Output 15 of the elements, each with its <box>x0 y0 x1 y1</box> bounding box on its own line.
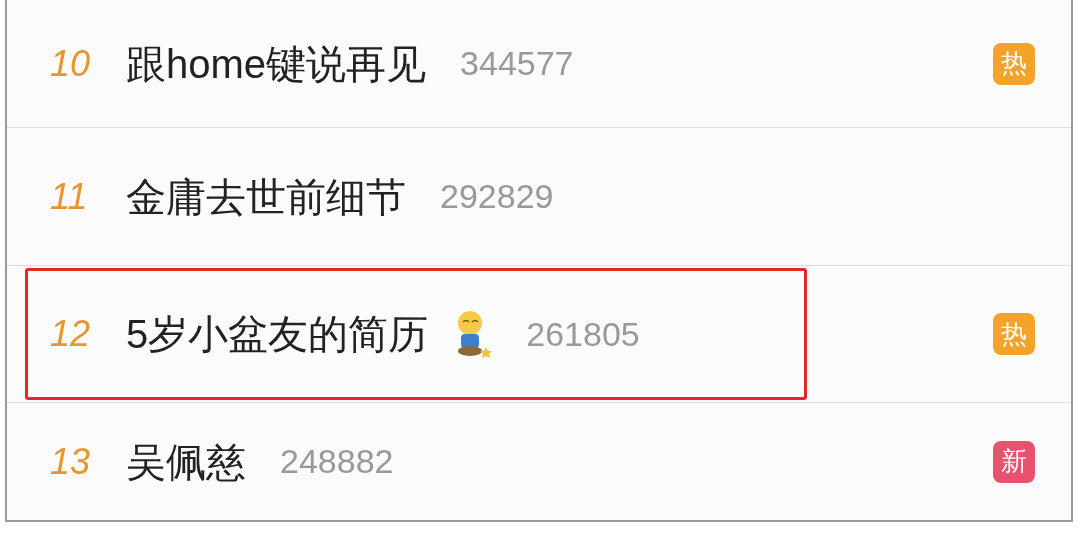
topic-title[interactable]: 金庸去世前细节 <box>126 166 406 227</box>
topic-title[interactable]: 5岁小盆友的简历 <box>126 304 429 364</box>
rank-number: 11 <box>50 174 89 219</box>
search-count: 292829 <box>440 176 554 217</box>
search-count: 261805 <box>526 313 640 355</box>
status-tag: 热 <box>993 42 1035 85</box>
search-count: 248882 <box>280 441 394 482</box>
rank-number: 12 <box>50 312 92 356</box>
rank-number: 13 <box>50 439 92 484</box>
status-tag: 新 <box>993 440 1035 483</box>
topic-title[interactable]: 跟home键说再见 <box>126 33 427 94</box>
search-count: 344577 <box>460 43 574 84</box>
status-tag: 热 <box>993 313 1035 355</box>
topic-title[interactable]: 吴佩慈 <box>126 431 246 492</box>
rank-number: 10 <box>50 41 92 86</box>
